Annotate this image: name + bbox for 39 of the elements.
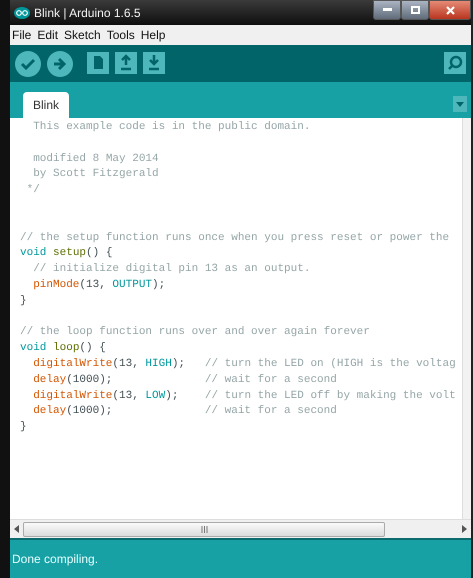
code-line: by Scott Fitzgerald (32, 167, 159, 182)
code-line: delay(1000); // wait for a second (32, 404, 337, 420)
horizontal-scrollbar[interactable] (10, 519, 471, 538)
code-line: modified 8 May 2014 (32, 152, 159, 167)
infinity-logo-icon (14, 6, 30, 18)
close-icon (446, 6, 454, 14)
left-arrow-icon[interactable] (14, 525, 19, 533)
vertical-scrollbar[interactable] (462, 118, 471, 519)
minimize-button[interactable] (373, 0, 401, 20)
code-line: // the loop function runs over and over again forever (20, 325, 370, 340)
code-line: } (20, 294, 27, 309)
menu-item[interactable]: Sketch (64, 28, 101, 42)
grip-icon (200, 526, 208, 532)
maximize-icon (410, 6, 420, 14)
maximize-button[interactable] (401, 0, 429, 20)
tab[interactable]: Blink (23, 92, 70, 118)
code-line: // initialize digital pin 13 as an output. (32, 262, 310, 278)
menu-item[interactable]: Tools (106, 28, 135, 42)
code-line: } (20, 420, 27, 436)
right-arrow-icon[interactable] (462, 525, 467, 533)
window-title: Blink | Arduino 1.6.5 (34, 6, 141, 20)
close-button[interactable] (429, 0, 471, 20)
code-line: void setup() { (20, 246, 112, 262)
dropdown-icon[interactable] (453, 96, 467, 112)
status-message: Done compiling. (12, 552, 98, 566)
code-line: pinMode(13, OUTPUT); (32, 278, 166, 293)
code-line: delay(1000); // wait for a second (32, 372, 337, 388)
menu-item[interactable]: File (12, 28, 32, 42)
check-icon[interactable] (14, 50, 42, 78)
code-line: digitalWrite(13, LOW); // turn the LED off by making the volt (32, 388, 456, 404)
menu-item[interactable]: Help (140, 28, 166, 42)
scrollbar-thumb[interactable] (23, 522, 385, 536)
code-line: digitalWrite(13, HIGH); // turn the LED on (HIGH is the voltag (32, 356, 456, 372)
code-line: This example code is in the public domain. (32, 120, 310, 135)
code-line: void loop() { (20, 341, 106, 356)
menu-item[interactable]: Edit (37, 28, 58, 42)
code-line: */ (26, 183, 40, 198)
code-line: // the setup function runs once when you press reset or power the (20, 230, 450, 246)
minimize-icon (382, 8, 392, 12)
